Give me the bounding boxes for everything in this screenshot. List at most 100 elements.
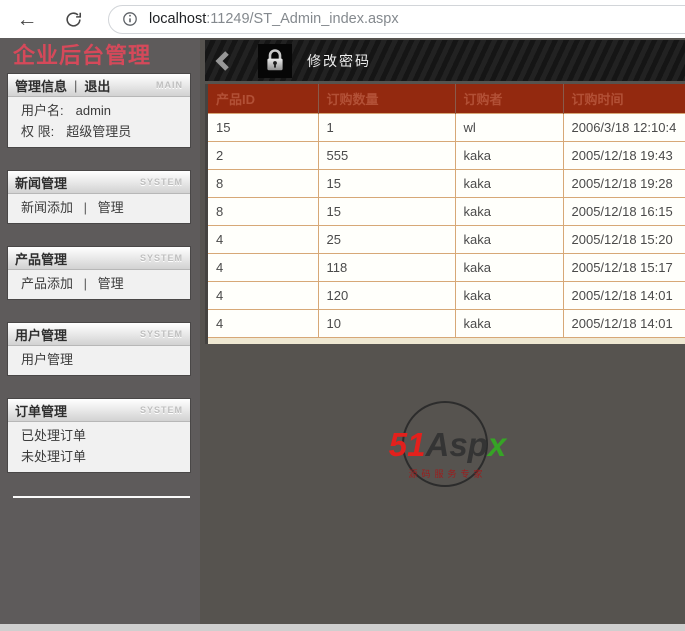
cell-product-id: 4 <box>208 280 318 309</box>
news-box-body: 新闻添加 | 管理 <box>8 194 190 223</box>
news-links-row: 新闻添加 | 管理 <box>21 197 182 218</box>
table-row: 4 25 kaka 2005/12/18 15:20 <box>208 224 685 253</box>
product-management-box: 产品管理 SYSTEM 产品添加 | 管理 <box>8 247 190 299</box>
cell-product-id: 15 <box>208 112 318 141</box>
logo-wordmark: 51Aspx <box>360 427 535 463</box>
product-add-link[interactable]: 产品添加 <box>21 276 73 291</box>
cell-orderer: kaka <box>454 168 563 197</box>
cell-order-time: 2005/12/18 15:20 <box>562 224 685 253</box>
cell-quantity: 120 <box>317 280 455 309</box>
news-box-header: 新闻管理 SYSTEM <box>8 171 190 194</box>
separator: | <box>74 77 78 93</box>
51aspx-logo: 51Aspx 源码服务专家 <box>360 401 535 501</box>
table-row: 15 1 wl 2006/3/18 12:10:4 <box>208 112 685 141</box>
product-manage-link[interactable]: 管理 <box>98 276 124 291</box>
table-row: 4 120 kaka 2005/12/18 14:01 <box>208 280 685 309</box>
order-box-body: 已处理订单 未处理订单 <box>8 422 190 472</box>
news-manage-link[interactable]: 管理 <box>98 200 124 215</box>
table-row: 4 10 kaka 2005/12/18 14:01 <box>208 308 685 337</box>
unprocessed-orders-row: 未处理订单 <box>21 446 182 467</box>
cell-orderer: wl <box>454 112 563 141</box>
orders-table: 产品ID 订购数量 订购者 订购时间 15 1 wl 2006/3/18 12:… <box>208 84 685 337</box>
table-row: 8 15 kaka 2005/12/18 19:28 <box>208 168 685 197</box>
user-manage-link[interactable]: 用户管理 <box>21 352 73 367</box>
username-label: 用户名: <box>21 103 64 118</box>
cell-quantity: 555 <box>317 140 455 169</box>
admin-info-box-body: 用户名: admin 权 限: 超级管理员 <box>8 97 190 147</box>
table-footer-strip <box>208 337 685 344</box>
cell-order-time: 2006/3/18 12:10:4 <box>562 112 685 141</box>
column-header-orderer: 订购者 <box>454 84 563 113</box>
back-arrow-icon: ← <box>16 7 38 31</box>
cell-product-id: 2 <box>208 140 318 169</box>
cell-quantity: 1 <box>317 112 455 141</box>
news-management-box: 新闻管理 SYSTEM 新闻添加 | 管理 <box>8 171 190 223</box>
system-tag: SYSTEM <box>139 329 183 339</box>
processed-orders-link[interactable]: 已处理订单 <box>21 428 86 443</box>
cell-order-time: 2005/12/18 14:01 <box>562 280 685 309</box>
product-box-header: 产品管理 SYSTEM <box>8 247 190 270</box>
product-box-body: 产品添加 | 管理 <box>8 270 190 299</box>
orders-table-container: 产品ID 订购数量 订购者 订购时间 15 1 wl 2006/3/18 12:… <box>205 84 685 344</box>
cell-order-time: 2005/12/18 14:01 <box>562 308 685 337</box>
logout-link[interactable]: 退出 <box>84 76 110 95</box>
url-text: localhost:11249/ST_Admin_index.aspx <box>149 11 399 27</box>
unprocessed-orders-link[interactable]: 未处理订单 <box>21 449 86 464</box>
top-toolbar: 修改密码 <box>205 40 685 81</box>
cell-product-id: 8 <box>208 168 318 197</box>
cell-product-id: 4 <box>208 224 318 253</box>
role-label: 权 限: <box>21 124 55 139</box>
url-path: :11249/ST_Admin_index.aspx <box>206 11 399 27</box>
user-management-box: 用户管理 SYSTEM 用户管理 <box>8 323 190 375</box>
browser-reload-button[interactable] <box>58 4 88 34</box>
cell-quantity: 25 <box>317 224 455 253</box>
role-value: 超级管理员 <box>66 124 132 139</box>
cell-product-id: 4 <box>208 252 318 281</box>
user-box-body: 用户管理 <box>8 346 190 375</box>
main-content: 修改密码 产品ID 订购数量 订购者 订购时间 15 1 wl 2006/3/1… <box>200 38 685 631</box>
cell-order-time: 2005/12/18 19:28 <box>562 168 685 197</box>
horizontal-scrollbar[interactable] <box>0 624 685 631</box>
chevron-left-icon <box>215 50 229 71</box>
cell-orderer: kaka <box>454 196 563 225</box>
browser-back-button[interactable]: ← <box>12 4 42 34</box>
table-row: 2 555 kaka 2005/12/18 19:43 <box>208 140 685 169</box>
cell-product-id: 4 <box>208 308 318 337</box>
main-tag: MAIN <box>156 80 183 90</box>
url-host: localhost <box>149 11 207 27</box>
cell-quantity: 118 <box>317 252 455 281</box>
cell-order-time: 2005/12/18 15:17 <box>562 252 685 281</box>
address-bar[interactable]: localhost:11249/ST_Admin_index.aspx <box>108 4 685 34</box>
processed-orders-row: 已处理订单 <box>21 425 182 446</box>
user-links-row: 用户管理 <box>21 349 182 370</box>
product-box-title: 产品管理 <box>15 251 68 267</box>
logo-asp: Asp <box>425 426 488 463</box>
change-password-label[interactable]: 修改密码 <box>307 51 371 71</box>
cell-orderer: kaka <box>454 280 563 309</box>
column-header-product-id: 产品ID <box>208 84 318 113</box>
cell-orderer: kaka <box>454 252 563 281</box>
site-info-icon[interactable] <box>122 11 138 27</box>
news-add-link[interactable]: 新闻添加 <box>21 200 73 215</box>
news-box-title: 新闻管理 <box>15 175 68 191</box>
system-tag: SYSTEM <box>139 177 183 187</box>
logo-51: 51 <box>388 426 426 463</box>
cell-orderer: kaka <box>454 140 563 169</box>
admin-info-link[interactable]: 管理信息 <box>15 76 67 95</box>
order-management-box: 订单管理 SYSTEM 已处理订单 未处理订单 <box>8 399 190 472</box>
logo-tagline: 源码服务专家 <box>408 469 487 479</box>
admin-info-box: 管理信息 | 退出 MAIN 用户名: admin 权 限: 超级管理员 <box>8 74 190 147</box>
cell-orderer: kaka <box>454 224 563 253</box>
separator: | <box>83 276 88 291</box>
role-row: 权 限: 超级管理员 <box>21 121 182 142</box>
table-header-row: 产品ID 订购数量 订购者 订购时间 <box>208 84 685 113</box>
reload-icon <box>65 11 81 27</box>
collapse-sidebar-button[interactable] <box>214 49 232 73</box>
order-box-header: 订单管理 SYSTEM <box>8 399 190 422</box>
system-tag: SYSTEM <box>139 253 183 263</box>
column-header-quantity: 订购数量 <box>317 84 455 113</box>
sidebar-divider <box>13 496 190 498</box>
change-password-button[interactable] <box>258 43 292 78</box>
user-box-header: 用户管理 SYSTEM <box>8 323 190 346</box>
cell-quantity: 15 <box>317 196 455 225</box>
